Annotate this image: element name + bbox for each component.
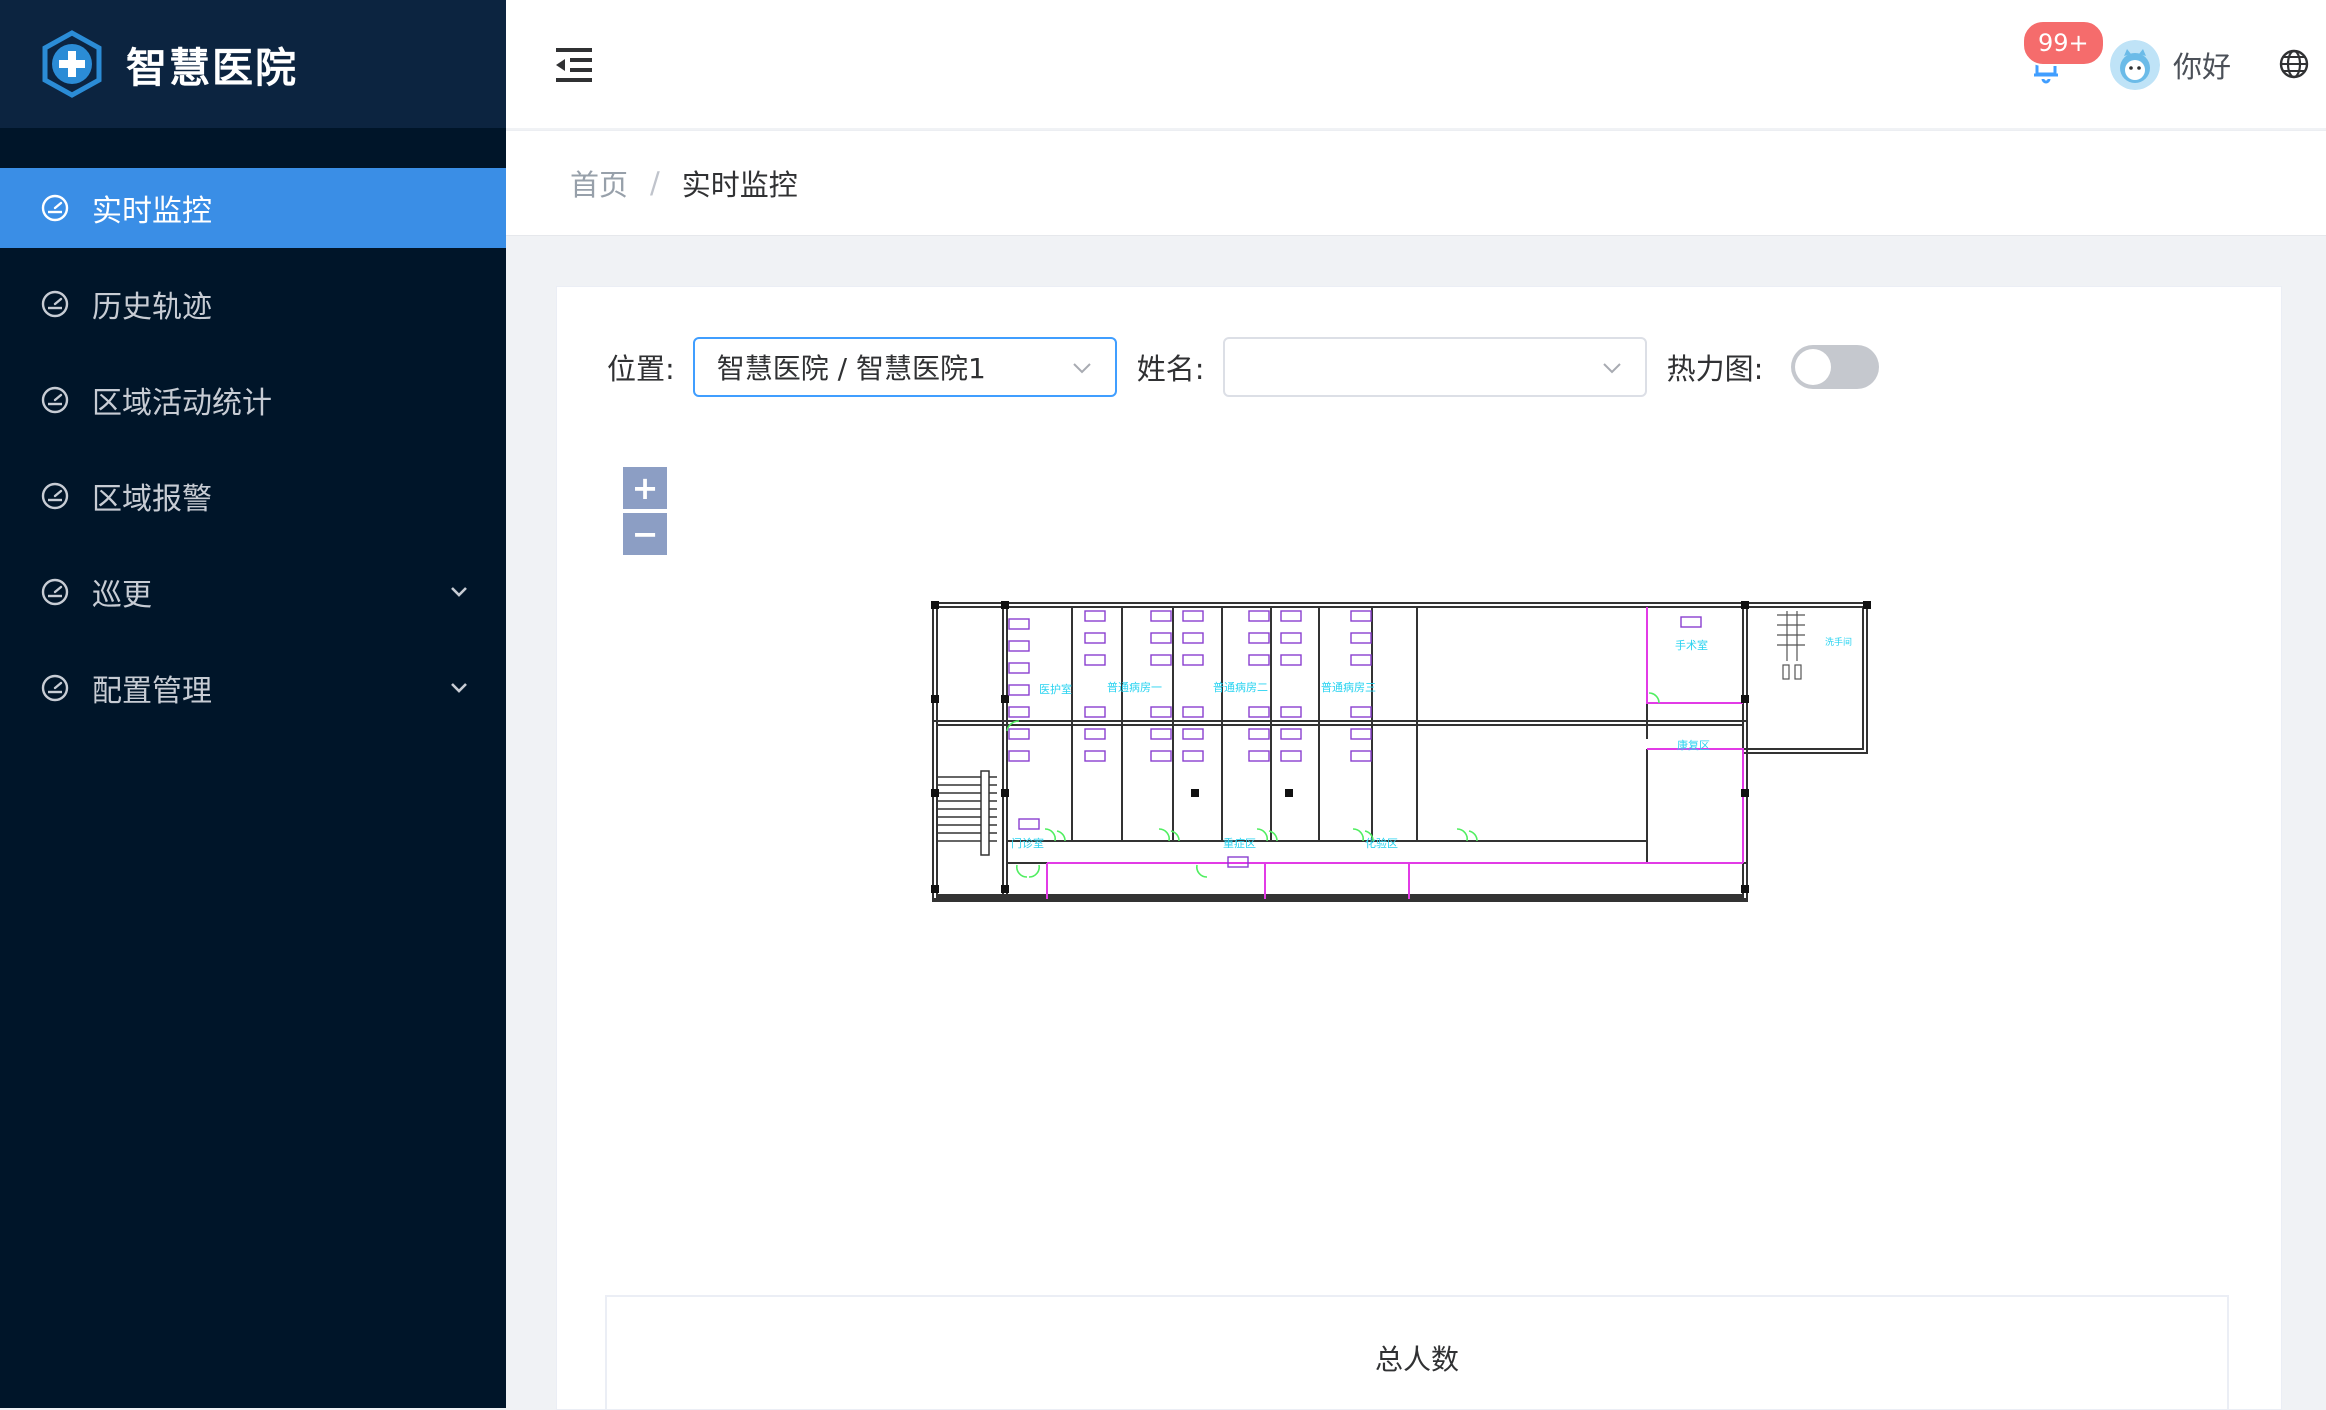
room-label-ward1: 普通病房一 bbox=[1107, 680, 1162, 694]
monitor-card: 位置: 智慧医院 / 智慧医院1 姓名: 热力图: + − 医护室 普通病房一 … bbox=[556, 286, 2282, 1410]
menu-fold-icon[interactable] bbox=[554, 44, 596, 84]
room-label-surgery: 手术室 bbox=[1675, 638, 1708, 652]
app-title: 智慧医院 bbox=[126, 44, 298, 92]
zoom-in-button[interactable]: + bbox=[623, 467, 667, 509]
room-label-ward2: 普通病房二 bbox=[1213, 680, 1268, 694]
top-header: 99+ 你好 bbox=[506, 0, 2326, 128]
breadcrumb-current: 实时监控 bbox=[681, 168, 798, 202]
notification-badge: 99+ bbox=[2022, 20, 2105, 66]
sidebar-item-area-alarm[interactable]: 区域报警 bbox=[0, 456, 506, 536]
sidebar-item-area-activity-stats[interactable]: 区域活动统计 bbox=[0, 360, 506, 440]
dashboard-icon bbox=[40, 385, 70, 415]
user-avatar[interactable] bbox=[2110, 40, 2160, 90]
language-globe-icon[interactable] bbox=[2278, 48, 2310, 80]
chevron-down-icon bbox=[1073, 363, 1091, 374]
sidebar: 智慧医院 实时监控 历史轨迹 区域活动统计 区域报警 巡更 配置管理 bbox=[0, 0, 506, 1408]
dashboard-icon bbox=[40, 481, 70, 511]
dashboard-icon bbox=[40, 289, 70, 319]
chevron-down-icon bbox=[1602, 363, 1621, 374]
chevron-down-icon bbox=[451, 587, 467, 597]
dashboard-icon bbox=[40, 193, 70, 223]
toggle-knob bbox=[1795, 349, 1832, 385]
room-label-wash: 洗手间 bbox=[1825, 636, 1852, 648]
breadcrumb-home-link[interactable]: 首页 bbox=[570, 162, 628, 204]
sidebar-item-patrol[interactable]: 巡更 bbox=[0, 552, 506, 632]
heatmap-toggle[interactable] bbox=[1791, 345, 1880, 389]
room-label-ward3: 普通病房三 bbox=[1321, 680, 1376, 694]
hospital-cross-logo-icon bbox=[42, 30, 102, 98]
total-people-title: 总人数 bbox=[1374, 1343, 1459, 1376]
dashboard-icon bbox=[40, 577, 70, 607]
sidebar-item-label: 巡更 bbox=[92, 578, 152, 613]
name-select[interactable] bbox=[1222, 337, 1647, 397]
sidebar-item-label: 实时监控 bbox=[92, 194, 212, 229]
sidebar-item-label: 历史轨迹 bbox=[92, 290, 212, 325]
room-label-critical: 重症区 bbox=[1223, 836, 1256, 850]
user-greeting[interactable]: 你好 bbox=[2173, 44, 2231, 86]
room-label-rehab: 康复区 bbox=[1677, 738, 1710, 752]
heatmap-label: 热力图: bbox=[1666, 352, 1764, 386]
room-label-clinic: 门诊室 bbox=[1011, 836, 1044, 850]
sidebar-menu: 实时监控 历史轨迹 区域活动统计 区域报警 巡更 配置管理 bbox=[0, 168, 506, 744]
location-value: 智慧医院 / 智慧医院1 bbox=[716, 352, 986, 385]
sidebar-item-label: 配置管理 bbox=[92, 674, 212, 709]
chevron-down-icon bbox=[451, 683, 467, 693]
dashboard-icon bbox=[40, 673, 70, 703]
total-people-panel: 总人数 bbox=[605, 1295, 2229, 1409]
location-cascader[interactable]: 智慧医院 / 智慧医院1 bbox=[692, 337, 1117, 397]
hospital-floor-plan[interactable]: 医护室 普通病房一 普通病房二 普通病房三 手术室 洗手间 康复区 门诊室 重症… bbox=[897, 601, 1877, 1057]
map-zoom-control: + − bbox=[623, 467, 667, 559]
breadcrumb: 首页 / 实时监控 bbox=[506, 130, 2326, 236]
sidebar-item-realtime-monitor[interactable]: 实时监控 bbox=[0, 168, 506, 248]
room-label-nurse: 医护室 bbox=[1039, 682, 1072, 696]
room-label-lab: 化验区 bbox=[1365, 836, 1398, 850]
sidebar-item-history-track[interactable]: 历史轨迹 bbox=[0, 264, 506, 344]
filter-row: 位置: 智慧医院 / 智慧医院1 姓名: 热力图: bbox=[607, 335, 1880, 399]
logo-bar: 智慧医院 bbox=[0, 0, 506, 128]
name-label: 姓名: bbox=[1136, 352, 1205, 386]
sidebar-item-label: 区域活动统计 bbox=[92, 386, 272, 421]
zoom-out-button[interactable]: − bbox=[623, 513, 667, 555]
sidebar-item-label: 区域报警 bbox=[92, 482, 212, 517]
breadcrumb-separator: / bbox=[650, 166, 660, 200]
location-label: 位置: bbox=[607, 352, 675, 386]
sidebar-item-config-management[interactable]: 配置管理 bbox=[0, 648, 506, 728]
